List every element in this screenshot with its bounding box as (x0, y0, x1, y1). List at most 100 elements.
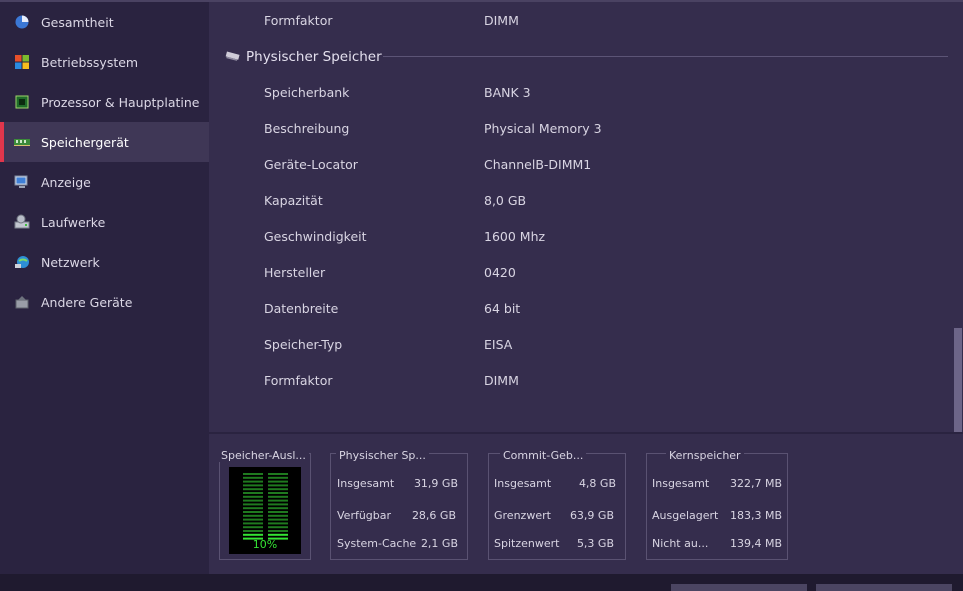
stat-label: Verfügbar (337, 509, 392, 522)
monitor-icon (14, 174, 30, 190)
sidebar-item-anzeige[interactable]: Anzeige (0, 162, 209, 202)
meter-segment (268, 480, 288, 483)
meter-segment (268, 473, 288, 475)
stat-label: Spitzenwert (494, 537, 560, 550)
property-value: BANK 3 (484, 85, 531, 100)
stat-value: 322,7 MB (729, 477, 782, 490)
section-title: Physischer Speicher (246, 49, 382, 65)
sidebar-item-betriebssystem[interactable]: Betriebssystem (0, 42, 209, 82)
sidebar-item-label: Andere Geräte (41, 295, 133, 310)
stat-value: 139,4 MB (729, 537, 782, 550)
meter-segment (268, 511, 288, 513)
meter-segment (243, 518, 263, 521)
sidebar-item-prozessor[interactable]: Prozessor & Hauptplatine (0, 82, 209, 122)
sidebar-item-andere-geraete[interactable]: Andere Geräte (0, 282, 209, 322)
kernel-memory-group-title: Kernspeicher (666, 449, 744, 462)
property-label: Hersteller (264, 265, 326, 280)
meter-segment (243, 530, 263, 532)
usage-percent: 10% (252, 538, 278, 551)
sidebar-item-label: Gesamtheit (41, 15, 114, 30)
meter-segment (268, 476, 288, 479)
ram-module-icon (14, 134, 30, 150)
windows-logo-icon (14, 54, 30, 70)
meter-segment (268, 488, 288, 491)
meter-segment (243, 514, 263, 517)
stat-value: 5,3 GB (576, 537, 614, 550)
property-value: EISA (484, 337, 513, 352)
footer-button-left[interactable] (671, 584, 807, 591)
stat-label: Insgesamt (494, 477, 552, 490)
sidebar-item-gesamtheit[interactable]: Gesamtheit (0, 2, 209, 42)
stat-label: Insgesamt (337, 477, 395, 490)
meter-segment (243, 503, 263, 506)
usage-group-title: Speicher-Ausl... (219, 449, 309, 462)
meter-segment (268, 495, 288, 498)
stat-label: System-Cache (337, 537, 417, 550)
meter-segment (268, 514, 288, 517)
meter-segment (268, 518, 288, 521)
sidebar: Gesamtheit Betriebssystem Prozessor & Ha… (0, 2, 209, 574)
property-value: 0420 (484, 265, 516, 280)
stat-label: Nicht au... (652, 537, 709, 550)
sidebar-item-label: Prozessor & Hauptplatine (41, 95, 200, 110)
memory-chip-icon (225, 50, 240, 65)
property-label: Speicher-Typ (264, 337, 343, 352)
property-label: Speicherbank (264, 85, 350, 100)
meter-segment (268, 503, 288, 506)
network-icon (14, 254, 30, 270)
property-value: 8,0 GB (484, 193, 527, 208)
property-value: ChannelB-DIMM1 (484, 157, 592, 172)
meter-segment (268, 507, 288, 510)
cpu-chip-icon (14, 94, 30, 110)
stat-value: 31,9 GB (413, 477, 458, 490)
stat-label: Ausgelagert (652, 509, 719, 522)
meter-segment (243, 492, 263, 494)
meter-segment (243, 476, 263, 479)
device-icon (14, 294, 30, 310)
sidebar-item-label: Laufwerke (41, 215, 106, 230)
meter-segment (243, 495, 263, 498)
scrollbar-thumb[interactable] (954, 328, 962, 432)
meter-segment (243, 522, 263, 525)
physical-memory-group-title: Physischer Sp... (336, 449, 429, 462)
property-value: Physical Memory 3 (484, 121, 602, 136)
meter-segment (268, 522, 288, 525)
sidebar-item-label: Speichergerät (41, 135, 129, 150)
property-label: Formfaktor (264, 373, 333, 388)
property-value: 1600 Mhz (484, 229, 546, 244)
sidebar-item-label: Anzeige (41, 175, 91, 190)
stat-value: 63,9 GB (569, 509, 614, 522)
property-value: 64 bit (484, 301, 521, 316)
section-divider (383, 56, 948, 57)
meter-segment (268, 533, 288, 536)
sidebar-item-label: Netzwerk (41, 255, 100, 270)
property-label: Kapazität (264, 193, 323, 208)
property-label: Geräte-Locator (264, 157, 358, 172)
meter-segment (243, 507, 263, 510)
meter-segment (243, 473, 263, 475)
sidebar-item-speichergeraet[interactable]: Speichergerät (0, 122, 209, 162)
sidebar-item-laufwerke[interactable]: Laufwerke (0, 202, 209, 242)
property-label: Geschwindigkeit (264, 229, 367, 244)
sidebar-item-netzwerk[interactable]: Netzwerk (0, 242, 209, 282)
meter-segment (243, 526, 263, 529)
stat-value: 2,1 GB (420, 537, 458, 550)
footer-button-right[interactable] (816, 584, 952, 591)
meter-segment (268, 526, 288, 529)
stat-value: 4,8 GB (578, 477, 616, 490)
stat-value: 28,6 GB (411, 509, 456, 522)
property-value: DIMM (484, 13, 519, 28)
meter-segment (268, 484, 288, 487)
meter-segment (243, 499, 263, 502)
meter-segment (243, 484, 263, 487)
property-label: Beschreibung (264, 121, 350, 136)
meter-segment (268, 499, 288, 502)
meter-segment (243, 533, 263, 536)
sidebar-item-label: Betriebssystem (41, 55, 139, 70)
stat-label: Grenzwert (494, 509, 551, 522)
property-label: Datenbreite (264, 301, 339, 316)
pie-chart-icon (14, 14, 30, 30)
property-label: Formfaktor (264, 13, 333, 28)
meter-segment (243, 511, 263, 513)
section-header: Physischer Speicher (225, 48, 382, 66)
